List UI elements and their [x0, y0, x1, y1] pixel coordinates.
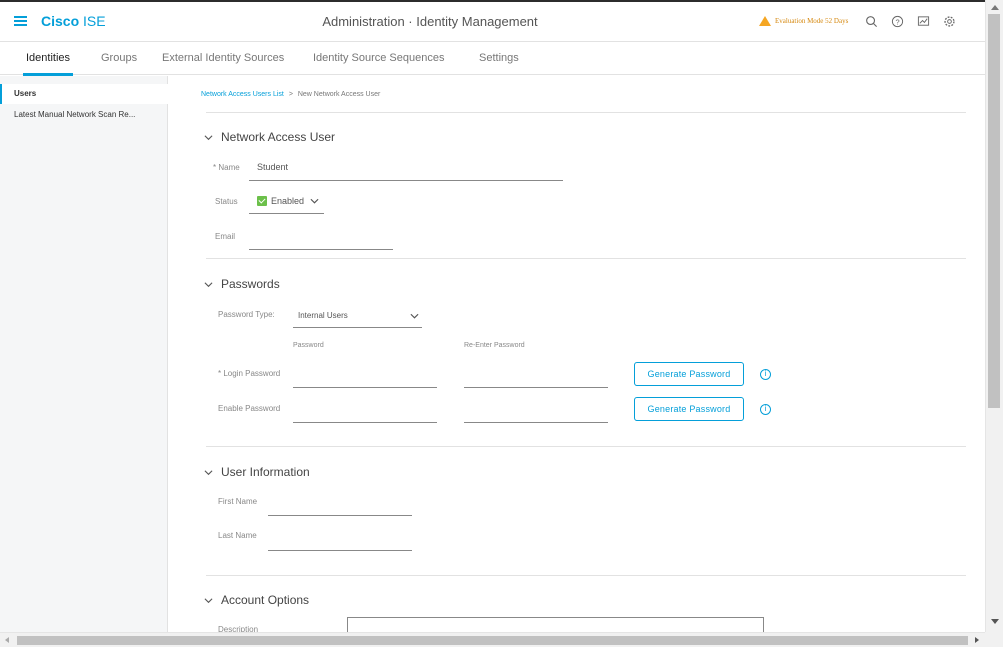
settings-icon[interactable]	[943, 15, 956, 28]
divider	[206, 112, 966, 113]
svg-text:?: ?	[895, 17, 899, 26]
generate-login-password-button[interactable]: Generate Password	[634, 362, 744, 386]
password-column-label: Password	[293, 342, 324, 349]
login-password-reenter-input[interactable]	[464, 387, 608, 388]
reenter-column-label: Re-Enter Password	[464, 342, 525, 349]
chevron-down-icon	[204, 597, 213, 603]
chevron-down-icon	[204, 281, 213, 287]
section-account-options[interactable]: Account Options	[204, 593, 309, 607]
tab-identities[interactable]: Identities	[22, 52, 74, 76]
enable-password-reenter-input[interactable]	[464, 422, 608, 423]
status-underline	[249, 213, 324, 214]
tab-bar: Identities Groups External Identity Sour…	[0, 42, 985, 76]
status-check-icon	[257, 196, 267, 206]
tab-external-identity-sources[interactable]: External Identity Sources	[162, 52, 284, 64]
scroll-right-icon[interactable]	[975, 637, 979, 643]
sidebar-item-users[interactable]: Users	[0, 84, 168, 104]
scrollbar-corner	[985, 632, 1003, 647]
enable-password-input[interactable]	[293, 422, 437, 423]
section-passwords[interactable]: Passwords	[204, 277, 280, 291]
section-title: Account Options	[221, 593, 310, 607]
horizontal-scrollbar[interactable]	[0, 632, 985, 647]
chevron-down-icon	[204, 469, 213, 475]
last-name-input[interactable]	[268, 550, 412, 551]
chevron-down-icon[interactable]	[410, 313, 419, 320]
chevron-down-icon	[204, 134, 213, 140]
last-name-label: Last Name	[218, 531, 257, 540]
first-name-label: First Name	[218, 497, 258, 506]
scroll-left-icon[interactable]	[5, 637, 9, 643]
name-underline	[249, 180, 563, 181]
tab-groups[interactable]: Groups	[101, 52, 137, 64]
section-title: Passwords	[221, 277, 280, 291]
sidebar-item-network-scan[interactable]: Latest Manual Network Scan Re...	[0, 105, 168, 125]
name-input[interactable]: Student	[257, 162, 288, 172]
warning-icon	[759, 16, 771, 26]
status-label: Status	[215, 197, 238, 206]
generate-enable-password-button[interactable]: Generate Password	[634, 397, 744, 421]
breadcrumb-separator: >	[288, 91, 293, 98]
evaluation-badge[interactable]: Evaluation Mode 52 Days	[759, 16, 848, 26]
breadcrumb-current: New Network Access User	[297, 91, 381, 98]
header-icons: ?	[865, 15, 956, 28]
section-user-information[interactable]: User Information	[204, 465, 310, 479]
info-icon[interactable]	[760, 369, 771, 380]
divider	[206, 258, 966, 259]
section-title: Network Access User	[221, 130, 336, 144]
vertical-scrollbar[interactable]	[985, 0, 1003, 632]
horizontal-scroll-thumb[interactable]	[17, 636, 968, 645]
login-password-input[interactable]	[293, 387, 437, 388]
top-header: Cisco ISE Administration · Identity Mana…	[0, 0, 985, 42]
scroll-up-icon[interactable]	[991, 5, 999, 10]
help-icon[interactable]: ?	[891, 15, 904, 28]
name-label: * Name	[213, 163, 240, 172]
divider	[206, 446, 966, 447]
divider	[206, 575, 966, 576]
chevron-down-icon[interactable]	[310, 198, 319, 205]
tab-identity-source-sequences[interactable]: Identity Source Sequences	[313, 52, 444, 64]
breadcrumb: Network Access Users List > New Network …	[201, 91, 380, 98]
page-title: Administration · Identity Management	[322, 14, 538, 29]
section-network-access-user[interactable]: Network Access User	[204, 130, 335, 144]
section-title: User Information	[221, 465, 310, 479]
vertical-scroll-thumb[interactable]	[988, 14, 1000, 408]
search-icon[interactable]	[865, 15, 878, 28]
login-password-label: * Login Password	[218, 369, 281, 378]
enable-password-label: Enable Password	[218, 404, 281, 413]
scroll-down-icon[interactable]	[991, 619, 999, 624]
email-label: Email	[215, 232, 236, 241]
dashboard-icon[interactable]	[917, 15, 930, 28]
evaluation-text: Evaluation Mode 52 Days	[775, 17, 849, 25]
left-sidebar: Users Latest Manual Network Scan Re...	[0, 76, 168, 633]
email-underline	[249, 249, 393, 250]
breadcrumb-link-users-list[interactable]: Network Access Users List	[201, 91, 284, 98]
password-type-underline	[293, 327, 422, 328]
first-name-input[interactable]	[268, 515, 412, 516]
password-type-select[interactable]: Internal Users	[298, 311, 348, 320]
info-icon[interactable]	[760, 404, 771, 415]
status-select[interactable]: Enabled	[271, 196, 304, 206]
tab-settings[interactable]: Settings	[479, 52, 519, 64]
password-type-label: Password Type:	[218, 310, 275, 319]
